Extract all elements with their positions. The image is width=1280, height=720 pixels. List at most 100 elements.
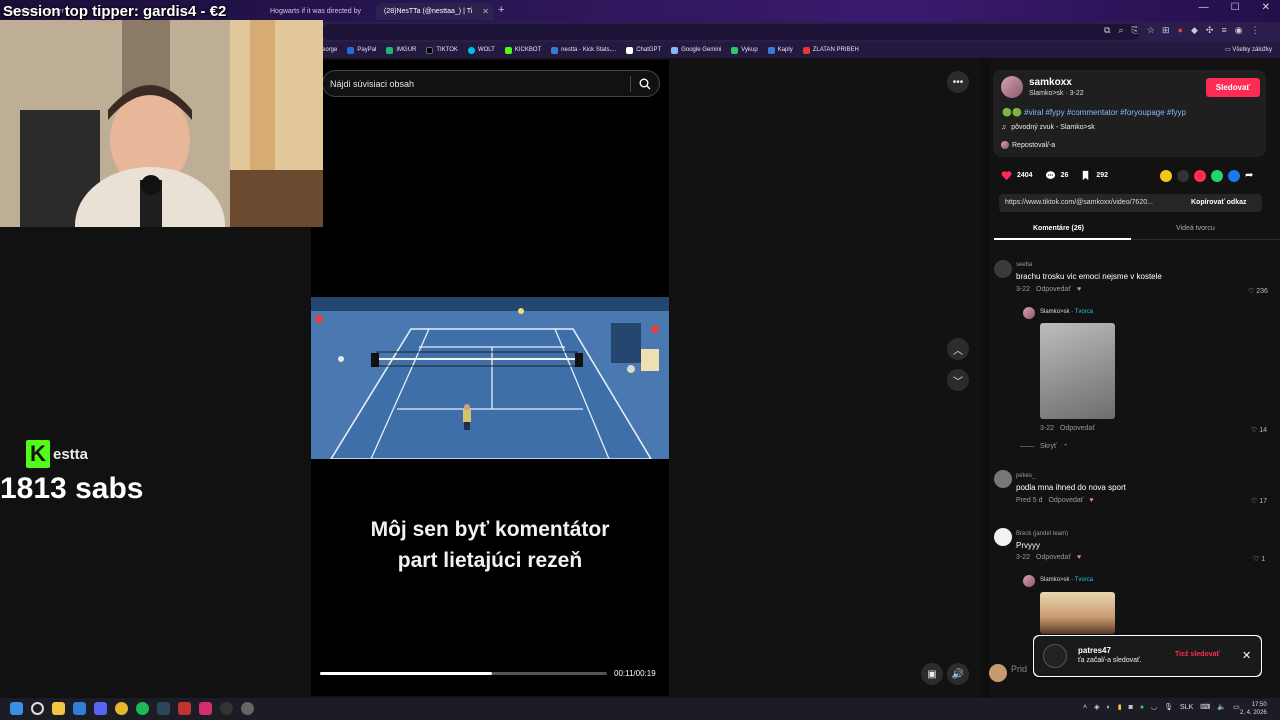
bookmark-6[interactable]: nestta - Kick Stats,...: [551, 46, 616, 54]
menu-icon[interactable]: ≡: [1221, 25, 1226, 36]
url-field[interactable]: [322, 24, 1140, 40]
comment-author[interactable]: seeba: [1016, 262, 1032, 268]
discord-icon[interactable]: [94, 702, 107, 715]
reply-avatar[interactable]: [1023, 575, 1035, 587]
bookmark-0[interactable]: eorge: [322, 47, 337, 53]
close-icon[interactable]: ✕: [482, 7, 489, 16]
chrome-icon[interactable]: [115, 702, 128, 715]
reply-button[interactable]: Odpovedať: [1036, 554, 1071, 561]
share-icon[interactable]: ⎘: [1131, 25, 1138, 36]
bookmark-1[interactable]: PayPal: [347, 46, 376, 54]
close-icon[interactable]: ✕: [371, 7, 372, 16]
more-options-button[interactable]: •••: [947, 71, 969, 93]
reply-image[interactable]: [1040, 323, 1115, 419]
clock[interactable]: 17:50 2. 4. 2026: [1240, 701, 1267, 717]
language-indicator[interactable]: SLK: [1180, 704, 1193, 711]
minimize-icon[interactable]: —: [1199, 2, 1209, 13]
app-icon[interactable]: [178, 702, 191, 715]
zoom-icon[interactable]: ⌕: [1118, 25, 1123, 36]
comment-likes[interactable]: ♡ 1: [1253, 555, 1265, 563]
commenter-avatar[interactable]: [994, 260, 1012, 278]
reply-likes[interactable]: ♡ 14: [1251, 426, 1267, 434]
search-input[interactable]: Nájdi súvisiaci obsah: [330, 79, 414, 89]
spotify-icon[interactable]: [136, 702, 149, 715]
whatsapp-icon[interactable]: [1211, 170, 1223, 182]
tray-app-icon[interactable]: ◙: [1129, 704, 1133, 711]
comment-likes[interactable]: ♡ 236: [1248, 287, 1268, 295]
network-icon[interactable]: ⌨: [1200, 703, 1210, 711]
chevron-up-icon[interactable]: ˄: [1083, 704, 1087, 711]
new-tab-button[interactable]: +: [498, 4, 504, 16]
reply-author[interactable]: Slamko>sk · Tvorca: [1040, 309, 1093, 315]
volume-icon[interactable]: 🔈: [1217, 703, 1226, 711]
pip-button[interactable]: ▣: [921, 663, 943, 685]
tray-app-icon[interactable]: ●: [1140, 704, 1144, 711]
video-description[interactable]: 🟢🟢 #viral #fypy #commentator #foryoupage…: [1002, 108, 1186, 117]
reply-avatar[interactable]: [1023, 307, 1035, 319]
close-window-icon[interactable]: ✕: [1262, 2, 1270, 13]
embed-icon[interactable]: [1177, 170, 1189, 182]
reply-button[interactable]: Odpovedať: [1060, 425, 1095, 432]
maximize-icon[interactable]: ☐: [1231, 2, 1240, 13]
bookmark-2[interactable]: IMGUR: [386, 46, 416, 54]
volume-button[interactable]: 🔊: [947, 663, 969, 685]
search-icon[interactable]: [31, 702, 44, 715]
bookmark-8[interactable]: Google Gemini: [671, 46, 721, 54]
settings-icon[interactable]: [241, 702, 254, 715]
creator-avatar[interactable]: [1001, 76, 1023, 98]
all-bookmarks[interactable]: ▭ Všetky záložky: [1225, 46, 1272, 53]
tab-tiktok[interactable]: (28)NesTTa (@nesttaa_) | Ti ✕: [376, 3, 494, 20]
bookmark-11[interactable]: ZLATAN PRIBEH: [802, 46, 859, 54]
video-link[interactable]: https://www.tiktok.com/@samkoxx/video/76…: [1005, 199, 1153, 206]
shield-icon[interactable]: ◆: [1191, 25, 1198, 36]
copy-link-button[interactable]: Kopírovať odkaz: [1191, 199, 1246, 206]
commenter-avatar[interactable]: [994, 528, 1012, 546]
related-search[interactable]: Nájdi súvisiaci obsah: [322, 70, 660, 97]
folder-icon[interactable]: ▮: [1118, 703, 1122, 711]
bookmark-5[interactable]: KICKBOT: [504, 46, 541, 54]
share-arrow-icon[interactable]: ➦: [1245, 170, 1257, 182]
profile-icon[interactable]: ◉: [1235, 25, 1243, 36]
file-explorer-icon[interactable]: [52, 702, 65, 715]
creator-name[interactable]: samkoxx: [1029, 77, 1072, 88]
puzzle-icon[interactable]: ✣: [1206, 25, 1214, 36]
steam-icon[interactable]: [157, 702, 170, 715]
previous-video-button[interactable]: ︿: [947, 338, 969, 360]
comment-likes[interactable]: ♡ 17: [1251, 497, 1267, 505]
bookmark-10[interactable]: Kaply: [767, 46, 793, 54]
windows-app-icon[interactable]: [73, 702, 86, 715]
send-icon[interactable]: [1194, 170, 1206, 182]
notification-avatar[interactable]: [1043, 644, 1067, 668]
video-progress-bar[interactable]: [320, 672, 607, 675]
search-icon[interactable]: [639, 78, 651, 90]
reply-author[interactable]: Slamko>sk · Tvorca: [1040, 577, 1093, 583]
more-icon[interactable]: ⋮: [1251, 25, 1260, 36]
coin-icon[interactable]: [1160, 170, 1172, 182]
follow-back-button[interactable]: Tiež sledovať: [1175, 651, 1220, 658]
like-stat[interactable]: 2404: [1001, 170, 1033, 181]
wifi-icon[interactable]: ◡: [1151, 703, 1157, 711]
follow-button[interactable]: Sledovať: [1206, 78, 1260, 97]
comment-author[interactable]: pekes_: [1016, 473, 1035, 479]
notification-user[interactable]: patres47: [1078, 646, 1111, 655]
bookmark-3[interactable]: TIKTOK: [426, 46, 458, 54]
mic-icon[interactable]: 🎙: [1164, 703, 1173, 711]
app-icon[interactable]: [199, 702, 212, 715]
bookmark-9[interactable]: Vykup: [731, 46, 758, 54]
comment-input[interactable]: Prid: [1011, 664, 1027, 674]
sound-row[interactable]: ♫ pôvodný zvuk - Slamko>sk: [1001, 124, 1095, 131]
comment-author[interactable]: Breck (jandel team): [1016, 531, 1068, 537]
reply-image[interactable]: [1040, 592, 1115, 634]
hide-replies[interactable]: —— Skryť ⌃: [1020, 443, 1069, 451]
install-icon[interactable]: ⧉: [1104, 25, 1110, 36]
bookmark-4[interactable]: WOLT: [467, 46, 495, 54]
star-icon[interactable]: ☆: [1147, 25, 1155, 36]
comment-stat[interactable]: 26: [1045, 170, 1068, 181]
tab-comments[interactable]: Komentáre (26): [1033, 225, 1084, 232]
battery-icon[interactable]: ▭: [1233, 703, 1240, 711]
tray-app-icon[interactable]: ◐: [1106, 704, 1110, 711]
obs-icon[interactable]: [220, 702, 233, 715]
commenter-avatar[interactable]: [994, 470, 1012, 488]
extension-icon[interactable]: ⊞: [1162, 25, 1170, 36]
close-icon[interactable]: ✕: [1242, 649, 1251, 662]
